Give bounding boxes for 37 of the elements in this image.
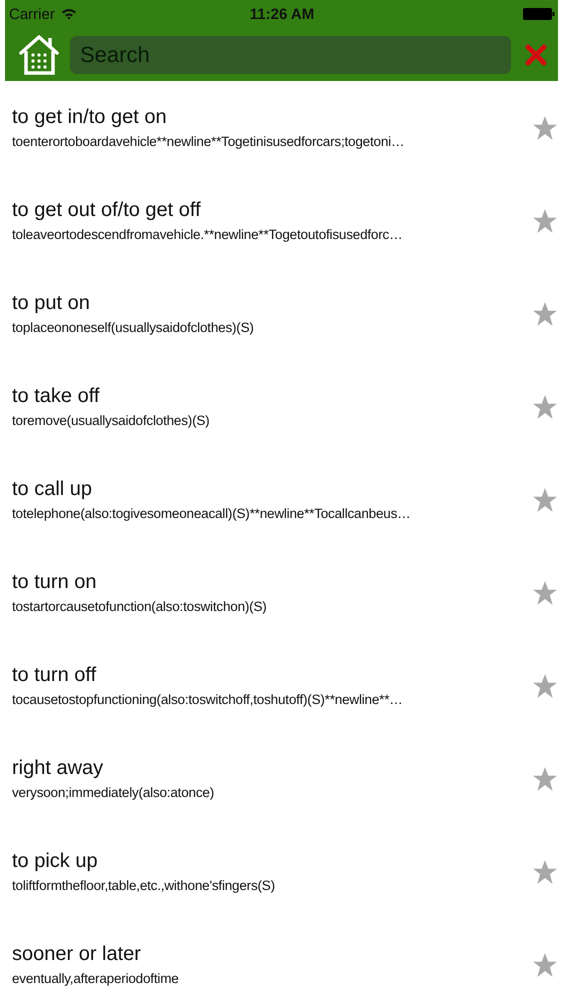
entry-description: totelephone(also:togivesomeoneacall)(S)**newline**Tocallcanbeus… <box>12 505 410 522</box>
star-icon[interactable] <box>532 672 558 698</box>
entry-description: tostartorcausetofunction(also:toswitchon)(S) <box>12 598 267 615</box>
entry-description: toleaveortodescendfromavehicle.**newline**Togetoutofisusedforc… <box>12 226 402 243</box>
carrier-label: Carrier <box>9 6 55 22</box>
entry-title[interactable]: sooner or later <box>12 942 141 966</box>
close-icon[interactable] <box>524 42 548 66</box>
entry-description: toenterortoboardavehicle**newline**Togetinisusedforcars;togetoni… <box>12 133 404 150</box>
entry-description: eventually,afteraperiodoftime <box>12 970 179 987</box>
star-icon[interactable] <box>532 208 558 234</box>
entry-description: toremove(usuallysaidofclothes)(S) <box>12 412 210 429</box>
battery-icon <box>522 7 555 21</box>
clock-time: 11:26 AM <box>250 6 314 22</box>
entry-description: tocausetostopfunctioning(also:toswitchoff,toshutoff)(S)**newline**… <box>12 691 403 708</box>
entry-description: toplaceononeself(usuallysaidofclothes)(S) <box>12 319 254 336</box>
wifi-icon <box>60 8 77 20</box>
star-icon[interactable] <box>532 114 558 140</box>
entry-title[interactable]: to get in/to get on <box>12 105 167 129</box>
entry-description: toliftformthefloor,table,etc.,withone'sfingers(S) <box>12 877 275 894</box>
entry-title[interactable]: to call up <box>12 477 92 501</box>
entry-title[interactable]: to turn off <box>12 663 96 687</box>
entry-description: verysoon;immediately(also:atonce) <box>12 784 214 801</box>
home-icon[interactable] <box>17 32 61 76</box>
entry-title[interactable]: to pick up <box>12 849 98 873</box>
entry-title[interactable]: to put on <box>12 291 90 315</box>
entry-title[interactable]: to turn on <box>12 570 97 594</box>
entry-title[interactable]: right away <box>12 756 104 780</box>
star-icon[interactable] <box>532 486 558 512</box>
star-icon[interactable] <box>532 858 558 884</box>
star-icon[interactable] <box>532 394 558 420</box>
star-icon[interactable] <box>532 766 558 792</box>
star-icon[interactable] <box>532 300 558 326</box>
entry-title[interactable]: to take off <box>12 384 100 408</box>
star-icon[interactable] <box>532 952 558 978</box>
star-icon[interactable] <box>532 580 558 606</box>
entry-title[interactable]: to get out of/to get off <box>12 198 201 222</box>
search-field[interactable]: Search <box>70 36 511 74</box>
